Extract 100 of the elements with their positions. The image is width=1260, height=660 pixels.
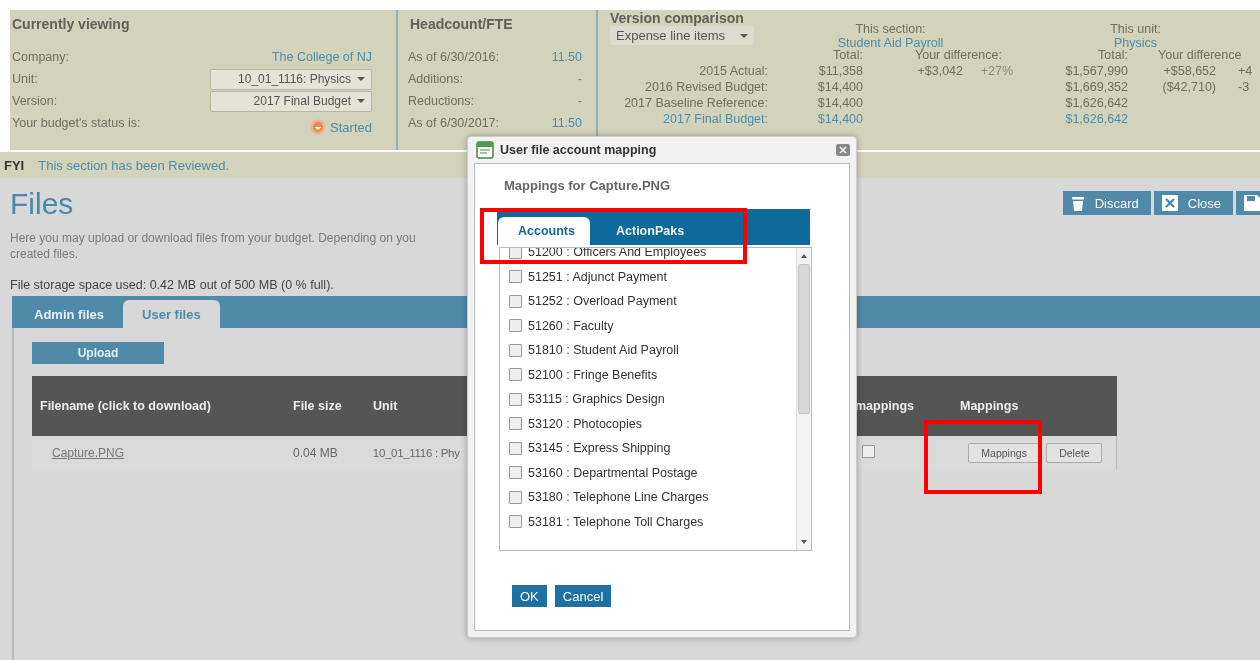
column-header: Total:: [1097, 48, 1128, 64]
account-label: 51251 : Adjunct Payment: [528, 269, 667, 284]
field-label: Additions:: [408, 72, 463, 86]
section-name: Student Aid Payroll: [837, 36, 944, 50]
panel-title: Headcount/FTE: [410, 16, 514, 32]
field-value: 11.50: [551, 116, 582, 130]
checkbox[interactable]: [509, 248, 522, 259]
tab[interactable]: ActionPaks: [596, 217, 705, 245]
unit-heading: This unit:: [1110, 22, 1161, 36]
panel-title: Currently viewing: [12, 16, 131, 32]
table-cell: $1,669,352: [1065, 80, 1128, 94]
field-value: 11.50: [551, 50, 582, 64]
checkbox[interactable]: [509, 392, 522, 406]
tab[interactable]: Accounts: [498, 217, 590, 245]
column-header: Mappings: [960, 399, 1019, 413]
field-label: Your budget's status is:: [12, 116, 141, 130]
view-dropdown[interactable]: Expense line items: [610, 26, 754, 45]
account-label: 53120 : Photocopies: [528, 416, 642, 431]
row-label: 2016 Revised Budget:: [644, 80, 768, 96]
account-label: 53115 : Graphics Design: [528, 392, 665, 407]
column-header: mappings: [855, 399, 915, 413]
file-link[interactable]: Capture.PNG: [52, 446, 293, 460]
scrollbar[interactable]: [796, 248, 811, 550]
table-cell: -3: [1238, 80, 1250, 94]
field-label: Company:: [12, 50, 69, 64]
delete-button[interactable]: Delete: [1046, 443, 1103, 463]
checkbox[interactable]: [509, 368, 522, 382]
account-label: 53160 : Departmental Postage: [528, 465, 698, 480]
page-title: Files: [10, 188, 74, 220]
account-label: 53181 : Telephone Toll Charges: [528, 514, 704, 529]
table-cell: $14,400: [817, 80, 863, 94]
table-cell: +$3,042: [917, 64, 963, 78]
checkbox[interactable]: [509, 319, 522, 333]
column-header: Your difference:: [915, 48, 1003, 64]
close-button[interactable]: Close: [1153, 191, 1233, 215]
dropdown[interactable]: 10_01_1116: Physics: [210, 68, 372, 90]
discard-button[interactable]: Discard: [1062, 191, 1151, 215]
checkbox[interactable]: [509, 441, 522, 455]
dialog-title: User file account mapping: [500, 143, 658, 157]
checkbox[interactable]: [509, 466, 522, 480]
table-cell: $1,567,990: [1065, 64, 1128, 78]
ok-button[interactable]: OK: [512, 585, 547, 607]
table-cell: 10_01_1116 : Phy: [372, 447, 460, 459]
checkbox[interactable]: [509, 294, 522, 308]
section-heading: This section:: [855, 22, 926, 36]
row-label: 2017 Baseline Reference:: [623, 96, 768, 112]
checkbox[interactable]: [861, 445, 875, 458]
description-text: created files.: [10, 246, 79, 262]
row-label: 2017 Final Budget:: [662, 112, 768, 128]
account-label: 51810 : Student Aid Payroll: [528, 343, 679, 358]
row-label: 2015 Actual:: [698, 64, 768, 80]
table-cell: ($42,710): [1162, 80, 1216, 94]
close-button[interactable]: [836, 144, 850, 156]
caret-icon: [740, 33, 748, 38]
table-cell: +4: [1238, 64, 1253, 78]
column-header: Total:: [832, 48, 863, 64]
checkbox[interactable]: [509, 343, 522, 357]
table-cell: $14,400: [817, 112, 863, 126]
column-header: Filename (click to download): [40, 399, 211, 413]
cancel-button[interactable]: Cancel: [554, 585, 612, 607]
column-header: File size: [293, 399, 342, 413]
save-icon: [1244, 195, 1260, 211]
account-label: 51260 : Faculty: [528, 318, 614, 333]
field-value: -: [577, 72, 582, 86]
field-label: Reductions:: [408, 94, 474, 108]
caret-icon: [357, 77, 365, 81]
status-icon: [310, 119, 327, 135]
table-cell: 0.04 MB: [293, 446, 338, 460]
checkbox[interactable]: [509, 270, 522, 284]
field-label: As of 6/30/2017:: [408, 116, 500, 130]
status-text: Started: [330, 119, 372, 135]
close-icon: [1161, 195, 1178, 211]
checkbox[interactable]: [509, 417, 522, 431]
notice-tag: FYI: [4, 157, 25, 173]
mappings-button[interactable]: Mappings: [968, 443, 1040, 463]
column-header: Your difference: [1157, 48, 1243, 64]
account-label: 51200 : Officers And Employees: [528, 248, 707, 260]
account-label: 52100 : Fringe Benefits: [528, 367, 658, 382]
field-value: -: [577, 94, 582, 108]
dialog-heading: Mappings for Capture.PNG: [504, 178, 672, 193]
account-label: 51252 : Overload Payment: [528, 294, 677, 309]
table-cell: $11,358: [818, 64, 863, 78]
upload-button[interactable]: Upload: [32, 342, 164, 364]
checkbox[interactable]: [509, 490, 522, 504]
account-label: 53145 : Express Shipping: [528, 441, 671, 456]
notice-text: This section has been Reviewed.: [38, 157, 229, 173]
checkbox[interactable]: [509, 515, 522, 529]
table-cell: +$58,652: [1163, 64, 1216, 78]
caret-icon: [357, 99, 365, 103]
trash-icon: [1070, 195, 1085, 211]
unit-name: Physics: [1113, 36, 1158, 50]
tab[interactable]: Admin files: [15, 300, 124, 328]
column-header: Unit: [373, 399, 398, 413]
table-cell: $14,400: [817, 96, 863, 110]
panel-title: Version comparison: [610, 10, 745, 26]
description-text: Here you may upload or download files from your budget. Depending on you: [10, 230, 416, 246]
account-label: 53180 : Telephone Line Charges: [528, 490, 709, 505]
dropdown[interactable]: 2017 Final Budget: [210, 90, 372, 112]
table-cell: $1,626,642: [1065, 112, 1128, 126]
field-label: Version:: [12, 94, 58, 108]
